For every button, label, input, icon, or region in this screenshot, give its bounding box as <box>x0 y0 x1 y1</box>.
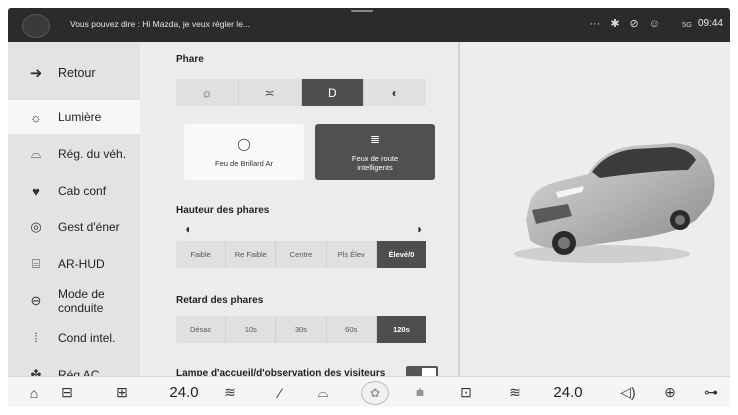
seat-heat-right-icon[interactable]: ≋ <box>503 377 527 407</box>
temp-left[interactable]: 24.0 <box>162 377 206 407</box>
sun-icon: ☼ <box>30 109 42 125</box>
infotainment-screen: Vous pouvez dire : Hi Mazda, je veux rég… <box>8 8 730 407</box>
sidebar-item-mode-conduite[interactable]: ⊖ Mode de conduite <box>8 284 140 318</box>
retard-option[interactable]: 30s <box>276 316 327 343</box>
auto-beam-icon[interactable]: ◐ <box>364 79 426 106</box>
climate-bar: ⌂ ⊟ ⊞ 24.0 ≋ ⁄ ⌓ ✿ ⩧ ⊡ ≋ 24.0 ◁) ⊕ ⊶ <box>8 376 730 407</box>
off-light-icon[interactable]: ☼ <box>176 79 239 106</box>
hauteur-selector: Faible Re Faible Centre Pls Élev Élevé/0 <box>176 241 427 268</box>
seat-icon: ♥ <box>32 183 40 199</box>
rear-fog-light-card[interactable]: ◯ Feu de Brillard Ar <box>184 124 304 180</box>
smart-beam-label: Feux de route intelligents <box>351 154 399 172</box>
fan-icon[interactable]: ✿ <box>361 381 389 405</box>
sidebar-item-reg-vehicule[interactable]: ⌓ Rég. du véh. <box>8 137 140 171</box>
intel-drive-icon: ⦙ <box>34 330 38 345</box>
volume-icon[interactable]: ◁) <box>614 377 642 407</box>
back-arrow-icon: ➜ <box>29 65 43 82</box>
status-bar: Vous pouvez dire : Hi Mazda, je veux rég… <box>8 8 730 42</box>
voice-assistant-avatar[interactable] <box>22 14 50 38</box>
home-icon[interactable]: ⌂ <box>22 377 46 407</box>
wiper-icon[interactable]: ⁄ <box>268 377 292 407</box>
apps-icon[interactable]: ⊞ <box>110 377 134 407</box>
user-icon[interactable]: ☺ <box>649 18 660 30</box>
smart-high-beam-card[interactable]: ≣ Feux de route intelligents <box>315 124 435 180</box>
defrost-front-icon[interactable]: ⩧ <box>406 377 434 407</box>
sidebar-item-label: Lumière <box>58 110 102 124</box>
signal-indicator: 5G <box>681 20 692 29</box>
back-button[interactable]: ➜ Retour <box>8 56 140 90</box>
hud-icon: ⌸ <box>32 256 40 271</box>
steering-icon: ⊖ <box>30 293 42 308</box>
rear-fog-label: Feu de Brillard Ar <box>215 158 273 168</box>
sidebar-item-label: Mode de conduite <box>58 287 105 315</box>
temp-right[interactable]: 24.0 <box>546 377 590 407</box>
hauteur-option[interactable]: Élevé/0 <box>376 241 427 268</box>
hauteur-option[interactable]: Pls Élev <box>327 241 377 268</box>
sidebar-item-gest-ener[interactable]: ◎ Gest d'éner <box>8 210 140 244</box>
defrost-rear-icon[interactable]: ⊡ <box>452 377 480 407</box>
retard-option[interactable]: 60s <box>327 316 377 343</box>
energy-icon: ◎ <box>30 219 42 234</box>
sidebar-item-label: Cab conf <box>58 184 107 198</box>
car-settings-icon[interactable]: ⊶ <box>698 377 724 407</box>
car-icon[interactable]: ⊟ <box>54 377 80 407</box>
retard-option[interactable]: 10s <box>226 316 277 343</box>
voice-hint: Vous pouvez dire : Hi Mazda, je veux rég… <box>70 19 251 29</box>
sidebar-item-ar-hud[interactable]: ⌸ AR-HUD <box>8 247 140 281</box>
lampe-title: Lampe d'accueil/d'observation des visite… <box>176 368 386 376</box>
hauteur-option[interactable]: Re Faible <box>226 241 277 268</box>
beam-high-icon: ◗ <box>416 222 424 236</box>
status-icons: ··· ✱ ⊘ ☺ <box>589 17 660 31</box>
seat-heat-icon[interactable]: ≋ <box>218 377 242 407</box>
bluetooth-icon: ✱ <box>610 18 620 30</box>
lock-icon[interactable]: ⊕ <box>658 377 682 407</box>
car-icon: ⌓ <box>30 146 42 161</box>
settings-sidebar: ➜ Retour ☼ Lumière ⌓ Rég. du véh. ♥ Cab … <box>8 42 140 382</box>
low-beam-icon[interactable]: D <box>301 79 365 106</box>
back-label: Retour <box>58 66 96 80</box>
retard-title: Retard des phares <box>176 295 264 306</box>
sidebar-item-label: Rég. du véh. <box>58 147 127 161</box>
car-shadow <box>514 245 690 263</box>
sidebar-item-label: AR-HUD <box>58 257 105 271</box>
no-signal-icon: ⊘ <box>629 18 639 30</box>
hauteur-option[interactable]: Faible <box>176 241 227 268</box>
sidebar-item-cab-conf[interactable]: ♥ Cab conf <box>8 174 140 208</box>
phare-mode-selector: ☼ ≍ D ◐ <box>176 79 426 106</box>
lighting-settings-panel: Phare ☼ ≍ D ◐ ◯ Feu de Brillard Ar ≣ Feu… <box>140 42 458 376</box>
sidebar-item-lumiere[interactable]: ☼ Lumière <box>8 100 140 134</box>
vehicle-view <box>460 42 730 376</box>
beam-low-icon: ◖ <box>184 222 192 236</box>
car-illustration <box>514 143 715 263</box>
smart-beam-icon: ≣ <box>369 132 381 146</box>
retard-option[interactable]: 120s <box>376 316 427 343</box>
sidebar-item-label: Cond intel. <box>58 331 116 345</box>
rear-fog-icon: ◯ <box>237 136 251 151</box>
toggle-knob <box>422 368 436 376</box>
hauteur-title: Hauteur des phares <box>176 205 270 216</box>
retard-option[interactable]: Désac <box>176 316 227 343</box>
sidebar-item-cond-intel[interactable]: ⦙ Cond intel. <box>8 321 140 355</box>
phare-title: Phare <box>176 54 204 65</box>
hauteur-option[interactable]: Centre <box>276 241 327 268</box>
clock: 09:44 <box>697 18 723 29</box>
parking-light-icon[interactable]: ≍ <box>239 79 302 106</box>
retard-selector: Désac 10s 30s 60s 120s <box>176 316 427 343</box>
pull-down-handle[interactable] <box>351 10 373 12</box>
sidebar-item-label: Gest d'éner <box>58 220 120 234</box>
lampe-toggle[interactable] <box>406 366 438 376</box>
more-icon[interactable]: ··· <box>589 18 600 30</box>
car-outline-icon[interactable]: ⌓ <box>308 377 338 407</box>
